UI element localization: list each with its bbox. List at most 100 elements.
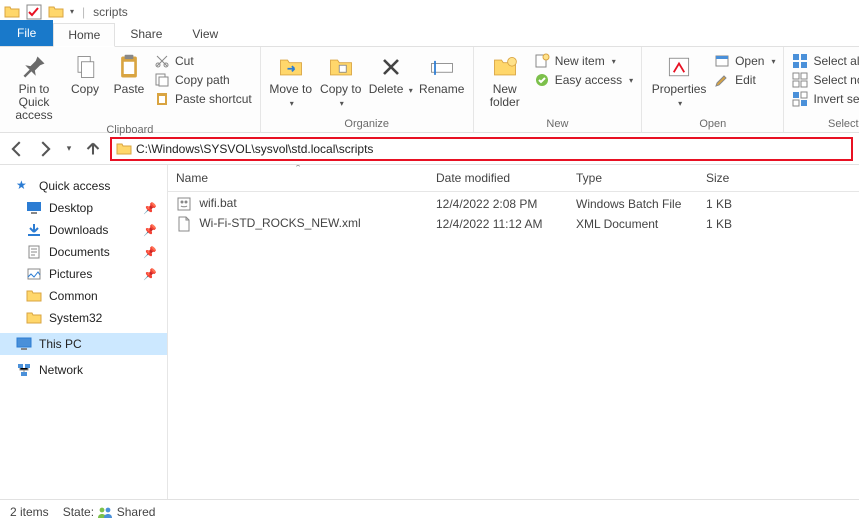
move-icon: [277, 53, 305, 81]
copy-button[interactable]: Copy: [64, 49, 106, 96]
edit-button[interactable]: Edit: [714, 72, 775, 88]
ribbon-group-organize: Move to ▾ Copy to ▾ Delete ▾ Rename Orga…: [261, 47, 474, 132]
tab-share[interactable]: Share: [115, 22, 177, 46]
paste-shortcut-button[interactable]: Paste shortcut: [154, 91, 252, 107]
folder-icon: [48, 4, 64, 20]
group-label-open: Open: [648, 116, 777, 132]
properties-button[interactable]: Properties ▾: [648, 49, 710, 110]
folder-icon: [116, 141, 132, 157]
rename-button[interactable]: Rename: [417, 49, 467, 96]
rename-icon: [428, 53, 456, 81]
file-name: wifi.bat: [199, 196, 236, 210]
sidebar-item-documents[interactable]: Documents📌: [0, 241, 167, 263]
back-button[interactable]: [6, 138, 28, 160]
ribbon-group-new: New folder New item▾ Easy access▾ New: [474, 47, 642, 132]
easy-access-button[interactable]: Easy access▾: [534, 72, 633, 88]
checkbox-icon[interactable]: [26, 4, 42, 20]
new-folder-button[interactable]: New folder: [480, 49, 530, 109]
group-label-select: Select: [790, 116, 859, 132]
pictures-icon: [26, 266, 42, 282]
tab-home[interactable]: Home: [53, 23, 115, 47]
item-count: 2 items: [10, 505, 49, 519]
file-row[interactable]: Wi-Fi-STD_ROCKS_NEW.xml 12/4/2022 11:12 …: [168, 214, 859, 234]
address-text: C:\Windows\SYSVOL\sysvol\std.local\scrip…: [136, 142, 373, 156]
copy-path-button[interactable]: Copy path: [154, 72, 252, 88]
chevron-down-icon: ▾: [340, 99, 344, 108]
sidebar-item-quick-access[interactable]: ★ Quick access: [0, 175, 167, 197]
edit-icon: [714, 72, 730, 88]
cut-button[interactable]: Cut: [154, 53, 252, 69]
ribbon-tabs: File Home Share View: [0, 23, 859, 47]
group-label-new: New: [480, 116, 635, 132]
easy-access-icon: [534, 72, 550, 88]
ribbon: Pin to Quick access Copy Paste Cut Copy …: [0, 47, 859, 133]
sidebar-item-downloads[interactable]: Downloads📌: [0, 219, 167, 241]
state-indicator: State: Shared: [63, 505, 156, 519]
file-row[interactable]: wifi.bat 12/4/2022 2:08 PM Windows Batch…: [168, 194, 859, 214]
sort-indicator-icon: ⌃: [294, 165, 302, 174]
folder-icon: [26, 288, 42, 304]
invert-selection-button[interactable]: Invert selection: [792, 91, 859, 107]
delete-button[interactable]: Delete ▾: [367, 49, 415, 97]
sidebar-item-this-pc[interactable]: This PC: [0, 333, 167, 355]
column-size[interactable]: Size: [698, 171, 778, 185]
chevron-down-icon: ▾: [290, 99, 294, 108]
new-folder-icon: [491, 53, 519, 81]
documents-icon: [26, 244, 42, 260]
pin-to-quick-access-button[interactable]: Pin to Quick access: [6, 49, 62, 122]
column-type[interactable]: Type: [568, 171, 698, 185]
sidebar-item-network[interactable]: Network: [0, 359, 167, 381]
new-item-icon: [534, 53, 550, 69]
forward-button[interactable]: [34, 138, 56, 160]
move-to-button[interactable]: Move to ▾: [267, 49, 315, 110]
shared-icon: [97, 506, 113, 518]
navigation-bar: ▾ C:\Windows\SYSVOL\sysvol\std.local\scr…: [0, 133, 859, 165]
column-headers: ⌃Name Date modified Type Size: [168, 165, 859, 192]
copy-to-button[interactable]: Copy to ▾: [317, 49, 365, 110]
group-label-organize: Organize: [267, 116, 467, 132]
sidebar-item-common[interactable]: Common: [0, 285, 167, 307]
paste-shortcut-icon: [154, 91, 170, 107]
star-icon: ★: [16, 178, 32, 194]
up-button[interactable]: [82, 138, 104, 160]
file-size: 1 KB: [698, 197, 778, 211]
copy-path-icon: [154, 72, 170, 88]
dropdown-icon[interactable]: ▾: [70, 7, 74, 16]
chevron-down-icon: ▾: [612, 57, 616, 66]
paste-button[interactable]: Paste: [108, 49, 150, 96]
column-date[interactable]: Date modified: [428, 171, 568, 185]
select-all-icon: [792, 53, 808, 69]
downloads-icon: [26, 222, 42, 238]
cut-icon: [154, 53, 170, 69]
open-button[interactable]: Open▾: [714, 53, 775, 69]
sidebar-item-pictures[interactable]: Pictures📌: [0, 263, 167, 285]
tab-file[interactable]: File: [0, 20, 53, 46]
pin-icon: 📌: [143, 202, 157, 215]
invert-icon: [792, 91, 808, 107]
copy-to-icon: [327, 53, 355, 81]
address-bar[interactable]: C:\Windows\SYSVOL\sysvol\std.local\scrip…: [110, 137, 853, 161]
separator: |: [82, 5, 85, 19]
chevron-down-icon: ▾: [771, 57, 775, 66]
pin-icon: [20, 53, 48, 81]
sidebar-item-desktop[interactable]: Desktop📌: [0, 197, 167, 219]
new-item-button[interactable]: New item▾: [534, 53, 633, 69]
file-date: 12/4/2022 11:12 AM: [428, 217, 568, 231]
sidebar-item-system32[interactable]: System32: [0, 307, 167, 329]
recent-dropdown[interactable]: ▾: [62, 138, 76, 160]
pin-icon: 📌: [143, 246, 157, 259]
folder-icon: [4, 4, 20, 20]
network-icon: [16, 362, 32, 378]
bat-file-icon: [176, 196, 192, 212]
window-title: scripts: [93, 5, 128, 19]
tab-view[interactable]: View: [177, 22, 233, 46]
pin-icon: 📌: [143, 268, 157, 281]
select-all-button[interactable]: Select all: [792, 53, 859, 69]
file-size: 1 KB: [698, 217, 778, 231]
column-name[interactable]: ⌃Name: [168, 171, 428, 185]
file-date: 12/4/2022 2:08 PM: [428, 197, 568, 211]
chevron-down-icon: ▾: [629, 76, 633, 85]
delete-icon: [377, 53, 405, 81]
select-none-icon: [792, 72, 808, 88]
select-none-button[interactable]: Select none: [792, 72, 859, 88]
